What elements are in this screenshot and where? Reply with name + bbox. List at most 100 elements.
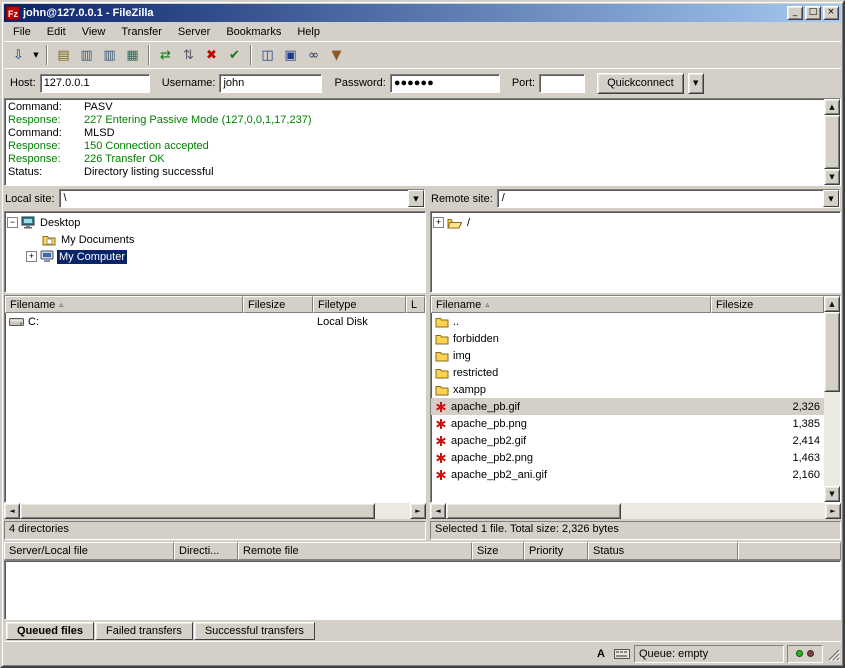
tree-item-my-computer[interactable]: + My Computer (7, 248, 423, 265)
remote-file-row[interactable]: apache_pb2_ani.gif 2,160 (431, 466, 824, 483)
expand-icon[interactable]: + (433, 217, 444, 228)
scroll-down-icon[interactable]: ▼ (824, 169, 840, 185)
column-header-status[interactable]: Status (588, 542, 738, 560)
directory-comparison-icon[interactable]: ◫ (256, 44, 279, 66)
menu-bookmarks[interactable]: Bookmarks (218, 24, 289, 40)
synchronized-browsing-icon[interactable]: ▣ (279, 44, 302, 66)
remote-file-row[interactable]: .. (431, 313, 824, 330)
maximize-button[interactable]: □ (805, 6, 821, 20)
remote-file-row[interactable]: apache_pb2.gif 2,414 (431, 432, 824, 449)
filezilla-window: Fz john@127.0.0.1 - FileZilla _ □ × File… (0, 0, 845, 668)
remote-file-row[interactable]: restricted (431, 364, 824, 381)
toggle-message-log-icon[interactable]: ▤ (52, 44, 75, 66)
tab-queued-files[interactable]: Queued files (6, 622, 94, 640)
tab-failed-transfers[interactable]: Failed transfers (95, 622, 193, 640)
scroll-up-icon[interactable]: ▲ (824, 296, 840, 312)
column-header-filename[interactable]: Filename▵ (5, 296, 243, 313)
local-file-row[interactable]: C: Local Disk (5, 313, 425, 330)
column-header-priority[interactable]: Priority (524, 542, 588, 560)
column-header-direction[interactable]: Directi... (174, 542, 238, 560)
local-horizontal-scrollbar[interactable]: ◄ ► (4, 503, 426, 519)
menu-help[interactable]: Help (289, 24, 328, 40)
scroll-up-icon[interactable]: ▲ (824, 99, 840, 115)
transfer-queue-list[interactable] (4, 560, 841, 620)
tree-item-desktop[interactable]: − Desktop (7, 214, 423, 231)
message-log: Command:PASV Response:227 Entering Passi… (4, 98, 841, 186)
local-site-combo[interactable]: \ ▼ (59, 189, 425, 208)
menu-transfer[interactable]: Transfer (113, 24, 170, 40)
column-header-size[interactable]: Size (472, 542, 524, 560)
resize-grip[interactable] (826, 647, 840, 661)
refresh-icon[interactable]: ⇄ (154, 44, 177, 66)
minimize-button[interactable]: _ (787, 6, 803, 20)
menu-server[interactable]: Server (170, 24, 218, 40)
site-manager-icon[interactable]: ⇩ (7, 44, 30, 66)
activity-leds (787, 645, 823, 663)
remote-file-row[interactable]: apache_pb2.png 1,463 (431, 449, 824, 466)
filter-icon[interactable]: ▼ (325, 44, 348, 66)
close-button[interactable]: × (823, 6, 839, 20)
remote-vertical-scrollbar[interactable]: ▲ ▼ (824, 296, 840, 502)
tree-item-root[interactable]: + / (433, 214, 838, 231)
username-label: Username: (162, 77, 216, 89)
tree-item-label-selected: My Computer (57, 250, 127, 264)
image-file-icon (435, 469, 447, 481)
column-header-server-local-file[interactable]: Server/Local file (4, 542, 174, 560)
scroll-left-icon[interactable]: ◄ (4, 503, 20, 519)
remote-file-row[interactable]: forbidden (431, 330, 824, 347)
host-label: Host: (10, 77, 36, 89)
username-input[interactable] (219, 74, 322, 93)
remote-site-combo[interactable]: / ▼ (497, 189, 840, 208)
expand-icon[interactable]: + (26, 251, 37, 262)
scrollbar-thumb[interactable] (824, 115, 840, 169)
desktop-icon (21, 216, 35, 229)
scrollbar-thumb[interactable] (446, 503, 621, 519)
host-input[interactable] (40, 74, 150, 93)
remote-site-row: Remote site: / ▼ (430, 188, 841, 209)
remote-file-row-selected[interactable]: apache_pb.gif 2,326 (431, 398, 824, 415)
quickconnect-dropdown-icon[interactable]: ▼ (688, 73, 704, 94)
toggle-transfer-queue-icon[interactable]: ▦ (121, 44, 144, 66)
combo-dropdown-icon[interactable]: ▼ (408, 190, 424, 207)
port-input[interactable] (539, 74, 585, 93)
scroll-down-icon[interactable]: ▼ (824, 486, 840, 502)
transfer-type-icon[interactable]: A (592, 646, 610, 662)
log-scrollbar[interactable]: ▲ ▼ (824, 99, 840, 185)
column-header-filesize[interactable]: Filesize (711, 296, 824, 313)
cancel-icon[interactable]: ✖ (200, 44, 223, 66)
toggle-local-tree-icon[interactable]: ▥ (75, 44, 98, 66)
column-header-filename[interactable]: Filename▵ (431, 296, 711, 313)
tree-item-label: My Documents (59, 233, 136, 247)
remote-file-row[interactable]: apache_pb.png 1,385 (431, 415, 824, 432)
collapse-icon[interactable]: − (7, 217, 18, 228)
tab-successful-transfers[interactable]: Successful transfers (194, 622, 315, 640)
toggle-remote-tree-icon[interactable]: ▥ (98, 44, 121, 66)
scroll-left-icon[interactable]: ◄ (430, 503, 446, 519)
remote-file-row[interactable]: img (431, 347, 824, 364)
scrollbar-thumb[interactable] (20, 503, 375, 519)
disconnect-icon[interactable]: ✔ (223, 44, 246, 66)
column-header-lastmodified[interactable]: L (406, 296, 425, 313)
image-file-icon (435, 452, 447, 464)
combo-dropdown-icon[interactable]: ▼ (823, 190, 839, 207)
column-header-filetype[interactable]: Filetype (313, 296, 406, 313)
menu-edit[interactable]: Edit (39, 24, 74, 40)
scroll-right-icon[interactable]: ► (410, 503, 426, 519)
password-input[interactable] (390, 74, 500, 93)
process-queue-icon[interactable]: ⇅ (177, 44, 200, 66)
remote-horizontal-scrollbar[interactable]: ◄ ► (430, 503, 841, 519)
column-header-filesize[interactable]: Filesize (243, 296, 313, 313)
find-files-icon[interactable]: ∞ (302, 44, 325, 66)
menu-view[interactable]: View (74, 24, 114, 40)
menubar: File Edit View Transfer Server Bookmarks… (4, 22, 841, 41)
site-manager-dropdown-icon[interactable]: ▼ (30, 44, 42, 66)
remote-file-row[interactable]: xampp (431, 381, 824, 398)
toolbar: ⇩ ▼ ▤ ▥ ▥ ▦ ⇄ ⇅ ✖ ✔ ◫ ▣ ∞ ▼ (4, 41, 841, 68)
quickconnect-button[interactable]: Quickconnect (597, 73, 684, 94)
image-file-icon (435, 435, 447, 447)
scrollbar-thumb[interactable] (824, 312, 840, 392)
tree-item-my-documents[interactable]: My Documents (7, 231, 423, 248)
column-header-remote-file[interactable]: Remote file (238, 542, 472, 560)
menu-file[interactable]: File (5, 24, 39, 40)
scroll-right-icon[interactable]: ► (825, 503, 841, 519)
